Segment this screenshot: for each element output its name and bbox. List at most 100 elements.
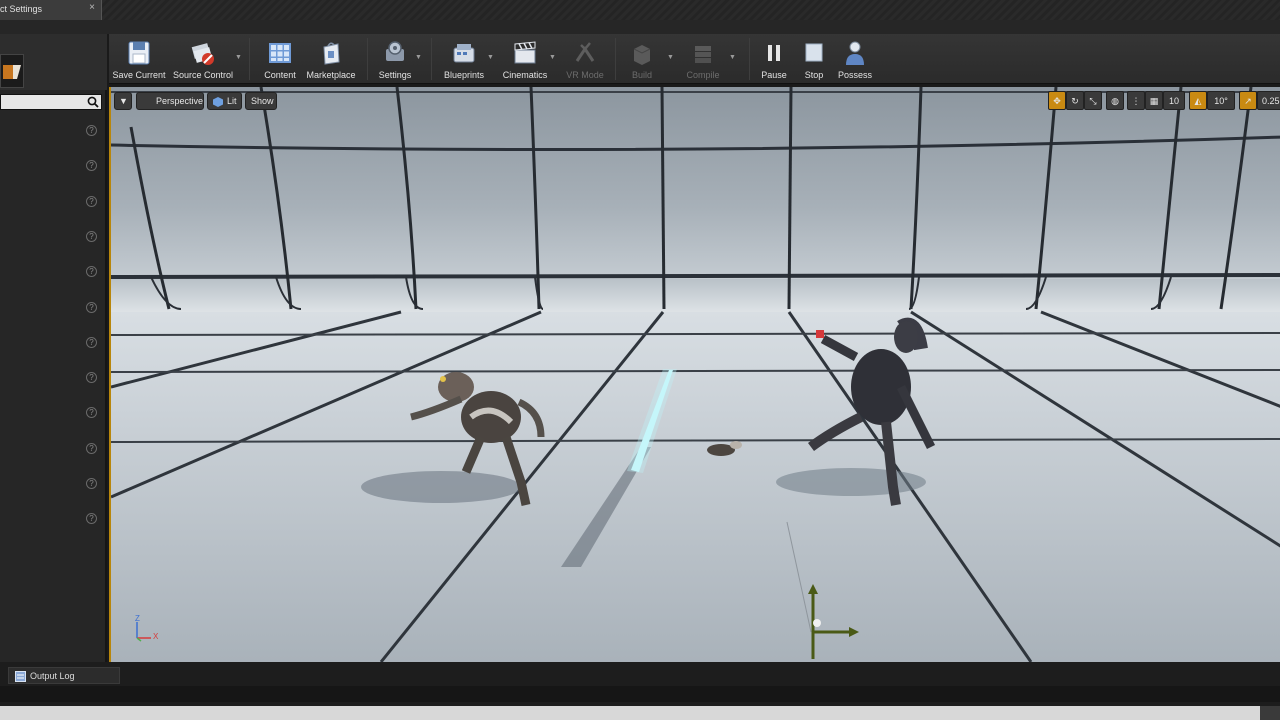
build-button[interactable]: Build	[621, 36, 663, 82]
scene-render	[111, 87, 1280, 662]
grid-snap-icon[interactable]: ▦	[1145, 91, 1163, 110]
stop-icon	[805, 43, 823, 62]
translate-mode-icon[interactable]: ✥	[1048, 91, 1066, 110]
chevron-down-icon[interactable]: ▼	[235, 54, 242, 61]
compile-label: Compile	[686, 70, 720, 80]
possess-icon	[846, 41, 864, 65]
level-editor-toolbar: Save Current Source Control ▼ Content Ma…	[109, 34, 1280, 84]
grid-snap-value[interactable]: 10	[1163, 91, 1185, 110]
cinematics-button[interactable]: Cinematics	[497, 36, 553, 82]
compile-button[interactable]: Compile	[679, 36, 727, 82]
help-icon[interactable]: ?	[86, 125, 97, 136]
rotation-snap-icon[interactable]: ◭	[1189, 91, 1207, 110]
perspective-button[interactable]: Perspective	[136, 92, 204, 110]
show-label: Show	[251, 96, 274, 106]
chevron-down-icon[interactable]: ▼	[549, 54, 556, 61]
compile-icon	[695, 46, 711, 63]
marketplace-icon	[323, 42, 340, 65]
modes-panel: ????????????	[0, 34, 107, 662]
bottom-strip	[0, 686, 1280, 702]
world-space-icon[interactable]: ◍	[1106, 91, 1124, 110]
save-current-label: Save Current	[112, 70, 166, 80]
build-icon	[633, 45, 651, 65]
content-label: Content	[264, 70, 296, 80]
marketplace-label: Marketplace	[306, 70, 356, 80]
source-control-button[interactable]: Source Control	[171, 36, 235, 82]
status-corner	[1260, 706, 1280, 720]
stop-label: Stop	[804, 70, 824, 80]
toolbar-separator	[615, 38, 616, 80]
chevron-down-icon[interactable]: ▼	[415, 54, 422, 61]
save-icon	[128, 41, 150, 65]
rotation-snap-value[interactable]: 10°	[1207, 91, 1235, 110]
close-icon[interactable]: ×	[89, 2, 95, 13]
source-control-label: Source Control	[172, 70, 234, 80]
level-viewport[interactable]: ▼ Perspective Lit Show ✥ ↻ ⤡ ◍ ⋮ ▦ 10 ◭ …	[109, 87, 1280, 662]
toolbar-separator	[249, 38, 250, 80]
blueprints-icon	[453, 44, 475, 63]
help-icon[interactable]: ?	[86, 230, 97, 242]
help-icon[interactable]: ?	[86, 407, 97, 419]
output-log-tab[interactable]: Output Log	[8, 667, 120, 684]
help-icon[interactable]: ?	[86, 442, 97, 454]
settings-button[interactable]: Settings	[375, 36, 415, 82]
help-icon[interactable]: ?	[86, 301, 97, 313]
toolbar-separator	[749, 38, 750, 80]
scale-mode-icon[interactable]: ⤡	[1084, 91, 1102, 110]
modes-search-input[interactable]	[0, 94, 102, 110]
surface-snap-icon[interactable]: ⋮	[1127, 91, 1145, 110]
search-icon	[87, 96, 99, 108]
show-button[interactable]: Show	[245, 92, 277, 110]
marketplace-button[interactable]: Marketplace	[303, 36, 359, 82]
help-icon[interactable]: ?	[86, 195, 97, 207]
pause-button[interactable]: Pause	[757, 36, 791, 82]
settings-label: Settings	[378, 70, 412, 80]
help-icon[interactable]: ?	[86, 336, 97, 348]
scale-snap-icon[interactable]: ↗	[1239, 91, 1257, 110]
source-control-icon	[191, 43, 214, 65]
possess-button[interactable]: Possess	[835, 36, 875, 82]
place-mode-icon[interactable]	[0, 54, 24, 88]
axis-x-label: X	[153, 632, 159, 641]
blueprints-button[interactable]: Blueprints	[439, 36, 489, 82]
build-label: Build	[631, 70, 652, 80]
blueprints-label: Blueprints	[443, 70, 485, 80]
clapperboard-icon	[514, 41, 536, 64]
scale-snap-value[interactable]: 0.25	[1257, 91, 1280, 110]
vr-headset-icon	[575, 42, 595, 62]
vr-mode-button[interactable]: VR Mode	[561, 36, 609, 82]
stop-button[interactable]: Stop	[797, 36, 831, 82]
rotate-mode-icon[interactable]: ↻	[1066, 91, 1084, 110]
help-icon[interactable]: ?	[86, 372, 97, 384]
help-icon[interactable]: ?	[86, 266, 97, 278]
content-button[interactable]: Content	[259, 36, 301, 82]
lit-button[interactable]: Lit	[207, 92, 242, 110]
lit-cube-icon	[213, 97, 223, 107]
help-icon[interactable]: ?	[86, 160, 97, 172]
chevron-down-icon[interactable]: ▼	[729, 54, 736, 61]
tab-project-settings[interactable]: ct Settings ×	[0, 0, 102, 20]
perspective-label: Perspective	[156, 96, 204, 106]
pause-icon	[768, 45, 780, 61]
save-current-button[interactable]: Save Current	[111, 36, 167, 82]
chevron-down-icon[interactable]: ▼	[487, 54, 494, 61]
axis-indicator: Z X	[131, 614, 171, 654]
help-icon[interactable]: ?	[86, 478, 97, 489]
cinematics-label: Cinematics	[502, 70, 548, 80]
pause-label: Pause	[761, 70, 787, 80]
chevron-down-icon: ▼	[119, 96, 128, 106]
bottom-panel: Output Log	[0, 662, 1280, 720]
menu-strip	[0, 20, 1280, 34]
toolbar-separator	[367, 38, 368, 80]
settings-icon	[386, 41, 404, 61]
possess-label: Possess	[837, 70, 872, 80]
content-browser-icon	[269, 43, 291, 63]
vr-mode-label: VR Mode	[566, 70, 604, 80]
help-icon[interactable]: ?	[86, 513, 97, 525]
viewport-options-button[interactable]: ▼	[114, 92, 132, 110]
chevron-down-icon[interactable]: ▼	[667, 54, 674, 61]
toolbar-separator	[431, 38, 432, 80]
mode-strip	[0, 34, 107, 90]
output-log-label: Output Log	[30, 671, 75, 681]
status-bar	[0, 706, 1280, 720]
